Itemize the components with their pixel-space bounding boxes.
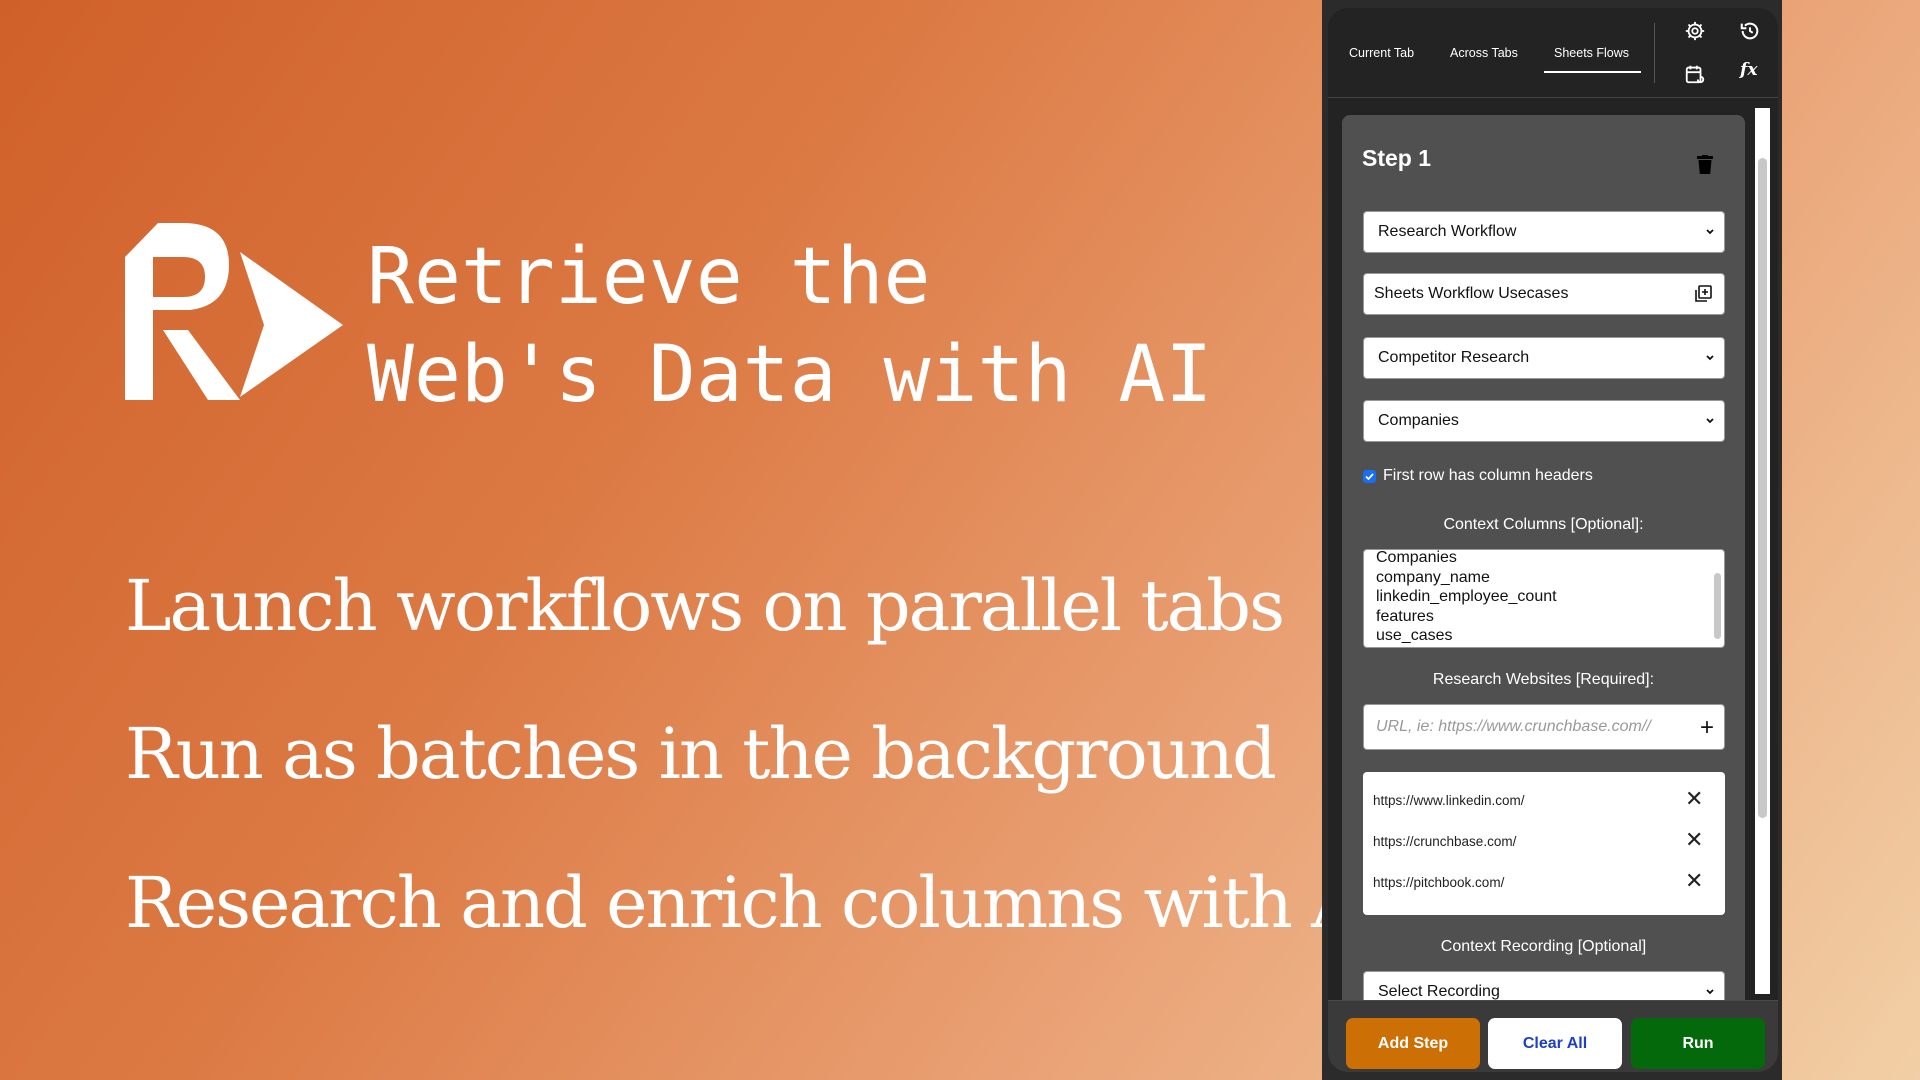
first-row-headers-checkbox[interactable]	[1363, 470, 1376, 483]
run-button[interactable]: Run	[1631, 1018, 1765, 1069]
recording-select-value: Select Recording	[1378, 983, 1500, 1000]
listbox-scrollbar[interactable]	[1714, 573, 1721, 639]
context-recording-label: Context Recording [Optional]	[1440, 938, 1647, 955]
extension-panel: Current Tab Across Tabs Sheets Flows fx …	[1322, 0, 1782, 1080]
headline: Retrieve the Web's Data with AI	[367, 228, 1212, 424]
step-card: Step 1 Research Workflow Sheets Workflow…	[1342, 115, 1745, 1015]
retrieve-logo	[125, 223, 343, 400]
scrollbar-thumb[interactable]	[1758, 158, 1767, 818]
sheet-field[interactable]: Sheets Workflow Usecases	[1363, 273, 1725, 315]
close-icon[interactable]: ✕	[1685, 827, 1703, 853]
add-copy-icon[interactable]	[1694, 285, 1712, 303]
gear-icon[interactable]	[1684, 20, 1706, 42]
tab-current-tab[interactable]: Current Tab	[1349, 46, 1414, 60]
url-input[interactable]: URL, ie: https://www.crunchbase.com// +	[1363, 704, 1725, 750]
chevron-down-icon	[1706, 355, 1714, 361]
history-icon[interactable]	[1739, 20, 1761, 42]
column-option[interactable]: company_name	[1376, 568, 1724, 588]
column-option[interactable]: Companies	[1376, 550, 1724, 568]
column-option[interactable]: features	[1376, 607, 1724, 627]
workflow-select-value: Research Workflow	[1378, 223, 1517, 240]
chevron-down-icon	[1706, 229, 1714, 235]
footer: Add Step Clear All Run	[1328, 1000, 1778, 1072]
tab-sheets-flows[interactable]: Sheets Flows	[1554, 46, 1629, 60]
add-step-button[interactable]: Add Step	[1346, 1018, 1480, 1069]
chevron-down-icon	[1706, 418, 1714, 424]
step-title: Step 1	[1362, 145, 1432, 171]
close-icon[interactable]: ✕	[1685, 868, 1703, 894]
function-icon[interactable]: fx	[1740, 60, 1762, 82]
tab-select[interactable]: Competitor Research	[1363, 337, 1725, 379]
url-item: https://pitchbook.com/	[1373, 875, 1505, 890]
url-item: https://www.linkedin.com/	[1373, 793, 1525, 808]
column-option[interactable]: use_cases	[1376, 626, 1724, 646]
url-item: https://crunchbase.com/	[1373, 834, 1517, 849]
sheet-select-value: Companies	[1378, 412, 1459, 429]
clear-all-button[interactable]: Clear All	[1488, 1018, 1622, 1069]
tab-across-tabs[interactable]: Across Tabs	[1450, 46, 1518, 60]
check-icon	[1365, 473, 1374, 481]
column-option[interactable]: linkedin_employee_count	[1376, 587, 1724, 607]
tab-select-value: Competitor Research	[1378, 349, 1530, 366]
feature-enrich: Research and enrich columns with AI	[125, 862, 1387, 944]
divider	[1654, 23, 1655, 83]
close-icon[interactable]: ✕	[1685, 786, 1703, 812]
calendar-refresh-icon[interactable]	[1684, 63, 1706, 85]
headline-line-2: Web's Data with AI	[367, 330, 1213, 420]
plus-icon[interactable]: +	[1700, 714, 1714, 742]
feature-parallel-tabs: Launch workflows on parallel tabs	[125, 565, 1285, 647]
research-websites-label: Research Websites [Required]:	[1432, 671, 1655, 688]
headline-line-1: Retrieve the	[367, 232, 931, 322]
workflow-select[interactable]: Research Workflow	[1363, 211, 1725, 253]
context-columns-label: Context Columns [Optional]:	[1443, 516, 1644, 533]
trash-icon[interactable]	[1697, 155, 1713, 174]
first-row-headers-label: First row has column headers	[1383, 467, 1593, 484]
url-input-placeholder: URL, ie: https://www.crunchbase.com//	[1376, 718, 1651, 735]
feature-batches: Run as batches in the background	[125, 713, 1277, 795]
sheet-field-value: Sheets Workflow Usecases	[1374, 285, 1569, 302]
panel-scrollbar[interactable]	[1755, 108, 1770, 994]
url-list: https://www.linkedin.com/ ✕ https://crunc…	[1363, 772, 1725, 915]
header-divider	[1328, 97, 1778, 98]
context-columns-listbox[interactable]: Companies company_name linkedin_employee…	[1363, 549, 1725, 648]
active-tab-indicator	[1544, 71, 1641, 73]
chevron-down-icon	[1706, 989, 1714, 995]
sheet-select[interactable]: Companies	[1363, 400, 1725, 442]
